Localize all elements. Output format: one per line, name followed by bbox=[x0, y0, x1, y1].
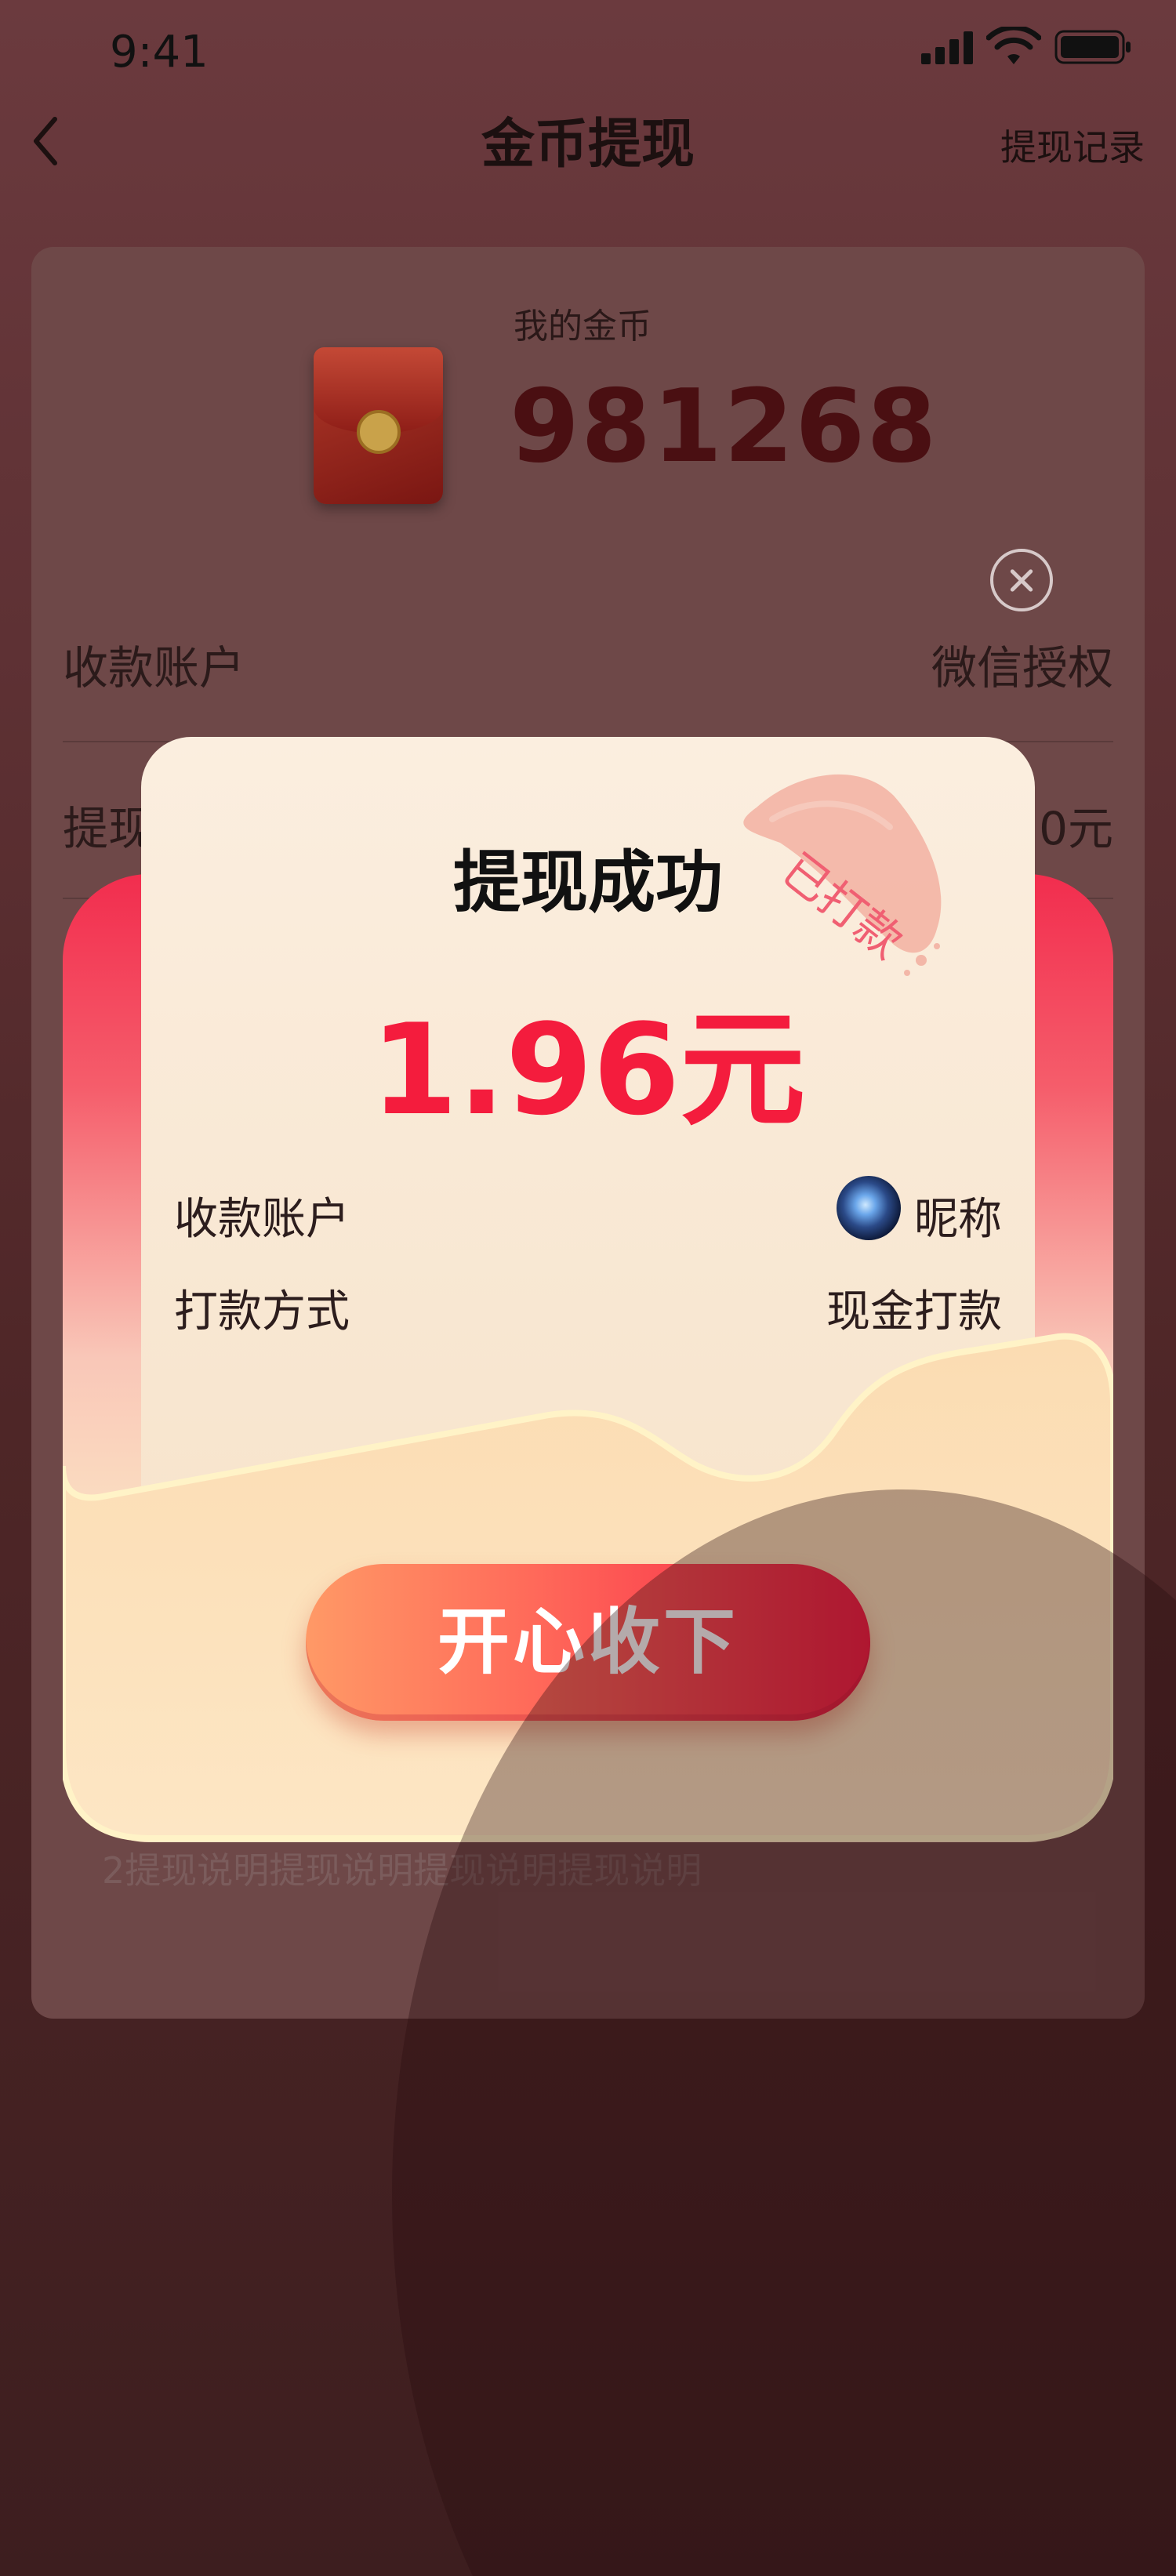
avatar bbox=[837, 1176, 901, 1240]
wifi-icon bbox=[986, 27, 1041, 64]
page-title: 金币提现 bbox=[481, 114, 695, 176]
receive-account-nickname: 昵称 bbox=[914, 1194, 1002, 1245]
withdraw-history-link[interactable]: 提现记录 bbox=[1000, 119, 1145, 171]
withdraw-amount: 1.96元 bbox=[370, 996, 806, 1143]
coin-balance: 981268 bbox=[510, 368, 938, 485]
close-modal-button[interactable] bbox=[990, 549, 1053, 611]
account-label: 收款账户 bbox=[63, 641, 245, 695]
envelope-seal bbox=[357, 410, 401, 454]
signal-icon bbox=[921, 31, 973, 64]
success-title: 提现成功 bbox=[453, 844, 723, 922]
account-value[interactable]: 微信授权 bbox=[931, 631, 1113, 697]
receive-account-label: 收款账户 bbox=[174, 1194, 350, 1245]
status-time: 9:41 bbox=[110, 27, 209, 78]
confirm-button[interactable]: 开心收下 bbox=[306, 1564, 870, 1721]
withdraw-note: 2提现说明提现说明提现说明提现说明 bbox=[102, 1849, 702, 1892]
red-envelope-icon bbox=[314, 347, 443, 504]
coin-label: 我的金币 bbox=[514, 307, 652, 346]
withdraw-screen: 9:41 金币提现 提现记录 我的金币 981268 收款账户 微信授权 提现 … bbox=[0, 0, 1176, 2576]
battery-icon bbox=[1054, 30, 1131, 64]
status-bar: 9:41 bbox=[0, 0, 1176, 102]
